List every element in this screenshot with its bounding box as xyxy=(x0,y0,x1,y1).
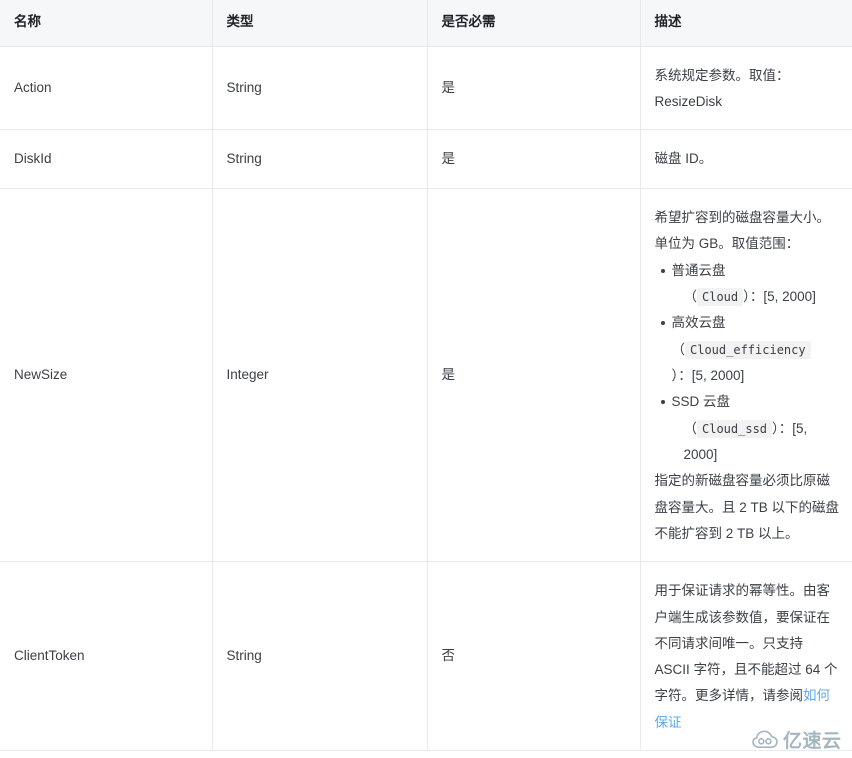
description-paragraph: 系统规定参数。取值：ResizeDisk xyxy=(654,67,790,109)
table-row: DiskId String 是 磁盘 ID。 xyxy=(0,129,852,190)
close-paren: ） xyxy=(772,420,779,436)
close-paren: ） xyxy=(743,289,750,305)
cell-parameter-type: String xyxy=(212,561,428,752)
description-intro: 希望扩容到的磁盘容量大小。单位为 GB。取值范围： xyxy=(654,210,831,252)
code-token: Cloud_ssd xyxy=(697,419,773,438)
column-header-name: 名称 xyxy=(0,0,213,47)
open-paren: （ xyxy=(683,420,698,436)
cell-parameter-required: 否 xyxy=(427,561,641,752)
description-paragraph: 磁盘 ID。 xyxy=(654,151,713,167)
table-row: ClientToken String 否 用于保证请求的幂等性。由客户端生成该参… xyxy=(0,561,852,752)
api-parameter-table: 名称 类型 是否必需 描述 Action String 是 系统规定参数。取值：… xyxy=(0,0,852,752)
cell-parameter-required: 是 xyxy=(427,129,641,190)
list-item: 高效云盘 （Cloud_efficiency ）：[5, 2000] xyxy=(660,310,841,390)
disk-type-value: （Cloud_efficiency ）：[5, 2000] xyxy=(672,337,841,390)
disk-type-label: 高效云盘 xyxy=(671,315,726,331)
open-paren: （ xyxy=(683,289,698,305)
cell-parameter-description: 磁盘 ID。 xyxy=(640,129,852,190)
cell-parameter-description: 系统规定参数。取值：ResizeDisk xyxy=(640,46,852,131)
disk-type-value: （Cloud_ssd ）：[5, 2000] xyxy=(672,416,841,469)
list-item: SSD 云盘 （Cloud_ssd ）：[5, 2000] xyxy=(660,389,841,469)
cell-parameter-description: 用于保证请求的幂等性。由客户端生成该参数值，要保证在不同请求间唯一。只支持 AS… xyxy=(640,561,852,752)
cell-parameter-type: String xyxy=(212,129,428,190)
table-header-row: 名称 类型 是否必需 描述 xyxy=(0,0,852,47)
code-token: Cloud_efficiency xyxy=(685,340,811,359)
description-text: 用于保证请求的幂等性。由客户端生成该参数值，要保证在不同请求间唯一。只支持 AS… xyxy=(654,583,838,704)
cell-parameter-description: 希望扩容到的磁盘容量大小。单位为 GB。取值范围： 普通云盘 （Cloud ）：[… xyxy=(640,188,852,563)
cell-parameter-name: Action xyxy=(0,46,213,131)
column-header-description: 描述 xyxy=(640,0,852,47)
cell-parameter-name: ClientToken xyxy=(0,561,213,752)
code-token: Cloud xyxy=(697,288,744,307)
cell-parameter-type: Integer xyxy=(212,188,428,563)
disk-type-list: 普通云盘 （Cloud ）：[5, 2000] 高效云盘 （Cloud_effic… xyxy=(655,258,841,469)
cell-parameter-name: DiskId xyxy=(0,129,213,190)
cell-parameter-required: 是 xyxy=(427,46,641,131)
cell-parameter-type: String xyxy=(212,46,428,131)
column-header-type: 类型 xyxy=(212,0,428,47)
disk-type-value: （Cloud ）：[5, 2000] xyxy=(672,284,841,310)
page-root: 名称 类型 是否必需 描述 Action String 是 系统规定参数。取值：… xyxy=(0,0,852,758)
disk-type-label: 普通云盘 xyxy=(671,262,726,278)
value-range: ：[5, 2000] xyxy=(749,289,816,305)
cell-parameter-required: 是 xyxy=(427,188,641,563)
list-item: 普通云盘 （Cloud ）：[5, 2000] xyxy=(660,258,841,311)
disk-type-label: SSD 云盘 xyxy=(671,394,731,410)
table-header: 名称 类型 是否必需 描述 xyxy=(0,0,852,47)
column-header-required: 是否必需 xyxy=(427,0,641,47)
table-row: Action String 是 系统规定参数。取值：ResizeDisk xyxy=(0,46,852,131)
value-range: ：[5, 2000] xyxy=(678,368,745,383)
description-paragraph: 用于保证请求的幂等性。由客户端生成该参数值，要保证在不同请求间唯一。只支持 AS… xyxy=(655,578,841,736)
table-row: NewSize Integer 是 希望扩容到的磁盘容量大小。单位为 GB。取值… xyxy=(0,188,852,563)
description-note: 指定的新磁盘容量必须比原磁盘容量大。且 2 TB 以下的磁盘不能扩容到 2 TB… xyxy=(654,473,840,541)
cell-parameter-name: NewSize xyxy=(0,188,213,563)
table-body: Action String 是 系统规定参数。取值：ResizeDisk Dis… xyxy=(0,46,852,752)
open-paren: （ xyxy=(671,341,686,357)
